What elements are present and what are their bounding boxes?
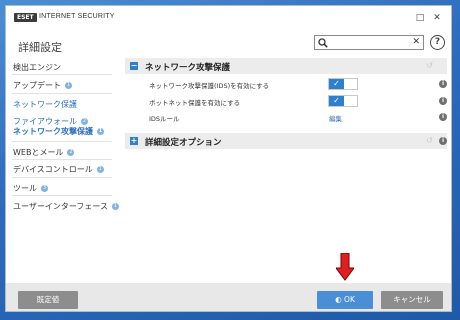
info-icon[interactable]: i	[439, 113, 447, 121]
sidebar-item-detection-engine[interactable]: 検出エンジン	[13, 62, 61, 73]
setting-row-ids: ネットワーク攻撃保護(IDS)を有効にする ✓ i	[125, 76, 447, 92]
count-badge: 2	[67, 149, 75, 156]
count-badge: 1	[65, 82, 72, 89]
count-badge: 1	[96, 166, 104, 173]
count-badge: 1	[111, 203, 119, 210]
sidebar-item-update[interactable]: アップデート 1	[13, 80, 72, 91]
sidebar-item-label: ユーザーインターフェース	[13, 202, 108, 211]
sidebar-item-network-attack-protection[interactable]: ネットワーク攻撃保護 1	[13, 126, 104, 137]
section-title: 詳細設定オプション	[145, 138, 222, 148]
footer: 既定値 ◐ OK キャンセル	[6, 283, 451, 311]
sidebar-item-label: ファイアウォール	[13, 117, 77, 126]
default-button[interactable]: 既定値	[18, 291, 78, 309]
close-window-button[interactable]: ✕	[431, 12, 443, 24]
sidebar-item-label: ツール	[13, 184, 37, 193]
divider	[12, 74, 112, 75]
section-title: ネットワーク攻撃保護	[145, 63, 231, 73]
pointer-arrow-icon	[336, 253, 354, 281]
setting-row-ids-rules: IDSルール 編集 i	[125, 109, 447, 125]
sidebar-item-label: デバイスコントロール	[13, 165, 93, 174]
sidebar-item-user-interface[interactable]: ユーザーインターフェース 1	[13, 201, 119, 212]
expand-icon[interactable]: +	[130, 137, 138, 145]
help-button[interactable]: ?	[430, 35, 445, 50]
maximize-button[interactable]: □	[414, 12, 426, 24]
count-badge: 1	[97, 128, 104, 135]
sidebar-item-label: アップデート	[13, 81, 61, 90]
advanced-setup-window: ESET INTERNET SECURITY □ ✕ 詳細設定 ✕ ? 検出エン…	[5, 5, 452, 312]
sidebar: 検出エンジン アップデート 1 ネットワーク保護 ファイアウォール 2 ネットワーク…	[6, 53, 119, 283]
shield-icon: ◐	[335, 295, 345, 304]
setting-label: ボットネット保護を有効にする	[149, 99, 241, 107]
section-network-attack-protection[interactable]: − ネットワーク攻撃保護 ↺	[125, 58, 447, 74]
count-badge: 2	[81, 118, 88, 125]
info-icon[interactable]: i	[439, 97, 447, 105]
settings-panel: − ネットワーク攻撃保護 ↺ ネットワーク攻撃保護(IDS)を有効にする ✓ i…	[125, 53, 447, 283]
revert-icon[interactable]: ↺	[426, 136, 433, 145]
sidebar-item-label: ネットワーク保護	[13, 100, 77, 109]
check-icon: ✓	[329, 96, 344, 106]
count-badge: 3	[41, 185, 48, 192]
divider	[12, 177, 112, 178]
info-icon[interactable]: i	[439, 80, 447, 88]
sidebar-item-network-protection[interactable]: ネットワーク保護	[13, 99, 77, 110]
clear-search-icon[interactable]: ✕	[412, 36, 420, 49]
collapse-icon[interactable]: −	[130, 62, 138, 70]
divider	[12, 159, 112, 160]
search-icon	[318, 38, 328, 48]
sidebar-item-label: 検出エンジン	[13, 63, 61, 72]
setting-label: IDSルール	[149, 115, 180, 123]
sidebar-item-label: WEBとメール	[13, 148, 64, 157]
check-icon: ✓	[329, 79, 344, 89]
sidebar-item-web-and-email[interactable]: WEBとメール 2	[13, 147, 75, 158]
sidebar-item-device-control[interactable]: デバイスコントロール 1	[13, 164, 104, 175]
app-name: INTERNET SECURITY	[39, 13, 115, 20]
sidebar-item-tools[interactable]: ツール 3	[13, 183, 48, 194]
ok-button[interactable]: ◐ OK	[317, 291, 373, 309]
search-input[interactable]: ✕	[314, 35, 424, 50]
botnet-toggle[interactable]: ✓	[328, 95, 358, 107]
divider	[12, 141, 112, 142]
setting-row-botnet: ボットネット保護を有効にする ✓ i	[125, 93, 447, 109]
section-advanced-options[interactable]: + 詳細設定オプション ↺ i	[125, 133, 447, 149]
edit-ids-rules-link[interactable]: 編集	[329, 113, 342, 123]
divider	[12, 195, 112, 196]
eset-logo: ESET	[14, 13, 37, 22]
ok-button-label: OK	[344, 295, 355, 304]
cancel-button[interactable]: キャンセル	[381, 291, 443, 309]
sidebar-item-label: ネットワーク攻撃保護	[13, 127, 93, 136]
revert-icon[interactable]: ↺	[426, 61, 433, 70]
divider	[12, 93, 112, 94]
setting-label: ネットワーク攻撃保護(IDS)を有効にする	[149, 82, 270, 90]
info-icon[interactable]: i	[439, 137, 447, 145]
title-bar: ESET INTERNET SECURITY □ ✕	[6, 6, 451, 28]
ids-toggle[interactable]: ✓	[328, 78, 358, 90]
